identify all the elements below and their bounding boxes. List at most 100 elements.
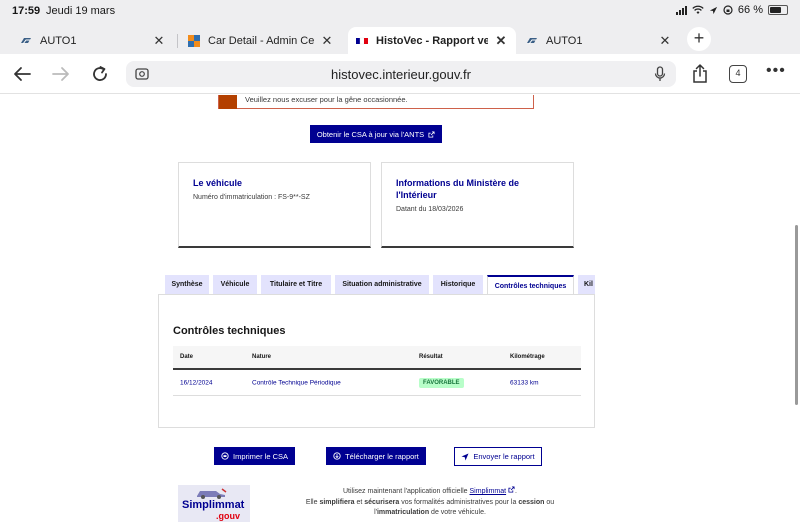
car-icon <box>197 488 227 499</box>
table-row: 16/12/2024 Contrôle Technique Périodique… <box>173 370 581 396</box>
simplimmat-link[interactable]: Simplimmat <box>470 488 507 495</box>
tab-titulaire[interactable]: Titulaire et Titre <box>261 275 331 294</box>
cellular-signal-icon <box>675 5 687 15</box>
browser-tab-histovec[interactable]: HistoVec - Rapport vend ✕ <box>348 27 516 54</box>
inspections-panel: Contrôles techniques Date Nature Résulta… <box>158 294 595 428</box>
auto1-icon <box>527 37 537 44</box>
ministry-data-date: Datant du 18/03/2026 <box>396 206 464 213</box>
wifi-icon <box>692 5 704 14</box>
promo-text: ou <box>546 498 555 506</box>
promo-line-3: l'immatriculation de votre véhicule. <box>270 508 590 519</box>
address-bar[interactable]: histovec.interieur.gouv.fr <box>126 61 676 87</box>
browser-tab-label: AUTO1 <box>40 34 77 47</box>
download-report-button[interactable]: Télécharger le rapport <box>326 447 426 465</box>
download-report-label: Télécharger le rapport <box>345 451 419 461</box>
inspection-date: 16/12/2024 <box>180 379 213 386</box>
battery-percent: 66 % <box>737 4 763 16</box>
promo-text: Utilisez maintenant l'application offici… <box>343 488 468 495</box>
status-time: 17:59 <box>12 5 41 17</box>
microphone-icon[interactable] <box>654 66 666 82</box>
share-icon <box>693 64 707 83</box>
auto1-icon <box>21 37 31 44</box>
send-report-button[interactable]: Envoyer le rapport <box>454 447 542 466</box>
new-tab-button[interactable]: + <box>687 27 711 51</box>
tab-vehicule[interactable]: Véhicule <box>213 275 257 294</box>
promo-line-2: Elle simplifiera et sécurisera vos forma… <box>270 498 590 509</box>
get-csa-ants-label: Obtenir le CSA à jour via l'ANTS <box>316 129 425 139</box>
browser-tab-auto1[interactable]: AUTO1 ✕ <box>12 27 174 54</box>
inspection-nature: Contrôle Technique Périodique <box>252 379 341 386</box>
promo-text: vos formalités administratives pour la <box>401 498 517 506</box>
vehicle-card: Le véhicule Numéro d'immatriculation : F… <box>178 162 371 248</box>
send-report-label: Envoyer le rapport <box>473 452 535 461</box>
printer-icon <box>221 452 229 460</box>
battery-icon <box>768 5 788 15</box>
registration-number: Numéro d'immatriculation : FS-9**-SZ <box>193 194 310 201</box>
url-text: histovec.interieur.gouv.fr <box>331 67 471 82</box>
table-header: Date Nature Résultat Kilométrage <box>173 346 581 370</box>
browser-tab-admin-center[interactable]: Car Detail - Admin Cent ✕ <box>180 27 342 54</box>
more-options-icon[interactable]: ••• <box>766 62 786 80</box>
logo-suffix: .gouv <box>216 511 240 521</box>
tab-separator <box>177 34 178 48</box>
promo-bold: cession <box>518 498 545 506</box>
tab-overview-button[interactable]: 4 <box>729 65 747 83</box>
browser-tab-strip: AUTO1 ✕ Car Detail - Admin Cent ✕ HistoV… <box>0 24 800 54</box>
location-icon <box>709 6 718 14</box>
screen: 17:59 Jeudi 19 mars 66 % AUTO1 ✕ Car Det… <box>0 0 800 525</box>
promo-line-1: Utilisez maintenant l'application offici… <box>343 486 517 495</box>
browser-tab-label: HistoVec - Rapport vend <box>376 34 488 47</box>
arrow-left-icon <box>14 67 31 81</box>
arrow-right-icon <box>52 67 69 81</box>
reload-button[interactable] <box>88 62 112 86</box>
maintenance-notice: Veuillez nous excuser pour la gêne occas… <box>218 95 534 109</box>
download-icon <box>333 452 341 460</box>
lock-rotation-icon <box>723 5 733 15</box>
browser-tab-auto1-second[interactable]: AUTO1 ✕ <box>518 27 680 54</box>
ministry-card-title: Informations du Ministère de l'Intérieur <box>396 178 520 200</box>
print-csa-button[interactable]: Imprimer le CSA <box>214 447 295 465</box>
promo-bold: immatriculation <box>376 509 430 516</box>
get-csa-ants-button[interactable]: Obtenir le CSA à jour via l'ANTS <box>310 125 442 143</box>
back-button[interactable] <box>10 62 34 86</box>
browser-tab-label: AUTO1 <box>546 34 583 47</box>
column-header-mileage: Kilométrage <box>510 354 545 360</box>
column-header-result: Résultat <box>419 354 443 360</box>
inspection-mileage: 63133 km <box>510 379 539 386</box>
vehicle-card-title: Le véhicule <box>193 178 243 188</box>
tab-synthese[interactable]: Synthèse <box>165 275 209 294</box>
external-link-icon <box>428 130 435 138</box>
tab-controles-techniques[interactable]: Contrôles techniques <box>487 275 574 295</box>
promo-text: de votre véhicule. <box>431 509 486 516</box>
print-csa-label: Imprimer le CSA <box>232 451 288 461</box>
promo-text: et <box>356 498 363 506</box>
close-tab-icon[interactable]: ✕ <box>658 33 672 49</box>
status-badge: FAVORABLE <box>419 377 464 388</box>
promo-text: Elle <box>305 498 318 506</box>
notice-text: Veuillez nous excuser pour la gêne occas… <box>245 95 408 104</box>
notice-accent-bar <box>219 95 237 109</box>
page-content: Veuillez nous excuser pour la gêne occas… <box>0 95 800 525</box>
page-scrollbar[interactable] <box>795 225 798 405</box>
close-tab-icon[interactable]: ✕ <box>152 33 166 49</box>
forward-button[interactable] <box>49 62 73 86</box>
close-tab-icon[interactable]: ✕ <box>320 33 334 49</box>
tab-situation-administrative[interactable]: Situation administrative <box>335 275 429 294</box>
external-link-icon <box>508 486 515 493</box>
tab-kilometrage[interactable]: Kil <box>578 275 595 294</box>
column-header-date: Date <box>180 354 194 360</box>
simplimmat-promo: Utilisez maintenant l'application offici… <box>270 486 590 519</box>
column-header-nature: Nature <box>252 354 272 360</box>
inspections-title: Contrôles techniques <box>173 325 286 337</box>
reload-icon <box>93 66 107 81</box>
status-date: Jeudi 19 mars <box>46 5 116 17</box>
status-bar: 17:59 Jeudi 19 mars 66 % <box>0 0 800 24</box>
browser-toolbar: histovec.interieur.gouv.fr <box>0 54 800 94</box>
close-tab-icon[interactable]: ✕ <box>494 33 508 49</box>
promo-bold: sécurisera <box>364 498 400 506</box>
browser-tab-label: Car Detail - Admin Cent <box>208 34 314 47</box>
tab-historique[interactable]: Historique <box>433 275 483 294</box>
inspections-table: Date Nature Résultat Kilométrage 16/12/2… <box>173 346 581 396</box>
share-button[interactable] <box>688 62 712 86</box>
simplimmat-logo[interactable]: Simplimmat .gouv <box>178 485 250 522</box>
